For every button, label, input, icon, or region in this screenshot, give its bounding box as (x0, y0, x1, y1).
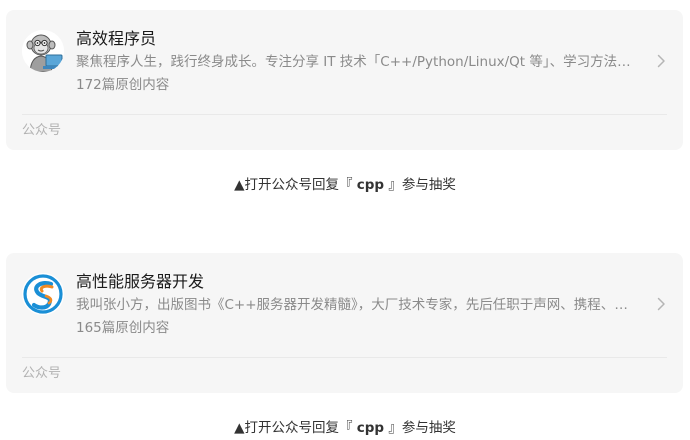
caption-prefix: ▲打开公众号回复『 (234, 177, 357, 193)
divider (22, 357, 667, 358)
card-footer-label: 公众号 (22, 123, 62, 138)
avatar (22, 30, 64, 72)
caption-suffix: 』参与抽奖 (384, 420, 456, 436)
caption-prefix: ▲打开公众号回复『 (234, 420, 357, 436)
account-name: 高性能服务器开发 (76, 272, 205, 291)
caption: ▲打开公众号回复『 cpp 』参与抽奖 (0, 175, 690, 195)
avatar (22, 273, 64, 315)
original-count: 165篇原创内容 (76, 320, 170, 336)
caption-keyword: cpp (356, 420, 385, 436)
account-card-1[interactable]: 高效程序员 聚焦程序人生，践行终身成长。专注分享 IT 技术「C++/Pytho… (6, 10, 683, 150)
account-card-2[interactable]: 高性能服务器开发 我叫张小方，出版图书《C++服务器开发精髓》，大厂技术专家，先… (6, 253, 683, 393)
account-name: 高效程序员 (76, 29, 157, 48)
caption-keyword: cpp (356, 177, 385, 193)
caption: ▲打开公众号回复『 cpp 』参与抽奖 (0, 418, 690, 438)
account-description: 聚焦程序人生，践行终身成长。专注分享 IT 技术「C++/Python/Linu… (76, 54, 640, 70)
card-footer-label: 公众号 (22, 366, 62, 381)
s-swirl-logo-icon (22, 273, 64, 315)
divider (22, 114, 667, 115)
monkey-programmer-icon (22, 30, 64, 72)
chevron-right-icon (657, 54, 665, 68)
chevron-right-icon (657, 297, 665, 311)
original-count: 172篇原创内容 (76, 77, 170, 93)
caption-suffix: 』参与抽奖 (384, 177, 456, 193)
page: 高效程序员 聚焦程序人生，践行终身成长。专注分享 IT 技术「C++/Pytho… (0, 0, 690, 440)
account-description: 我叫张小方，出版图书《C++服务器开发精髓》，大厂技术专家，先后任职于声网、携程… (76, 297, 640, 313)
